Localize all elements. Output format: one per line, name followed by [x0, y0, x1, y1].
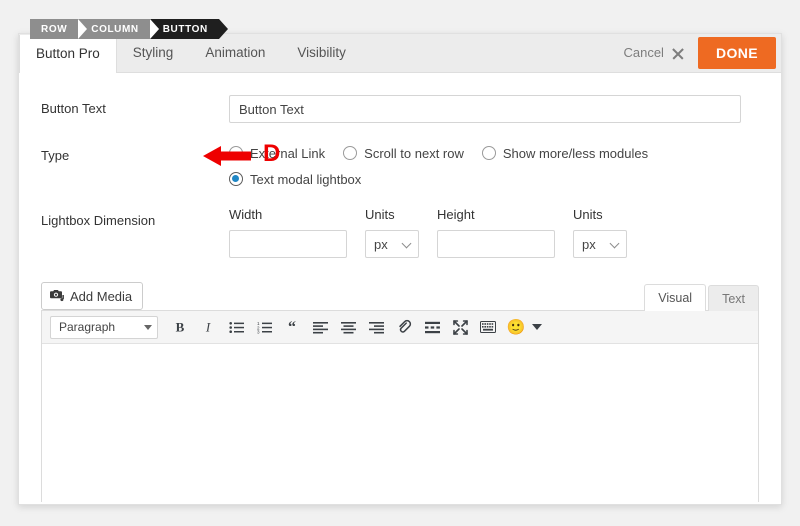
dimension-grid: Width Units px Height Units px — [229, 207, 759, 258]
format-select[interactable]: Paragraph — [50, 315, 158, 339]
done-label: DONE — [715, 45, 758, 61]
chevron-down-icon — [611, 240, 620, 249]
button-text-input[interactable] — [229, 95, 741, 123]
height-units-label: Units — [573, 207, 603, 222]
radio-label: Show more/less modules — [502, 145, 649, 161]
breadcrumb-item-row[interactable]: ROW — [30, 19, 88, 39]
height-input[interactable] — [437, 230, 555, 258]
type-field-col: External Link Scroll to next row Show mo… — [203, 140, 759, 190]
read-more-icon[interactable] — [419, 314, 445, 340]
field-row-button-text: Button Text — [41, 95, 759, 123]
link-icon[interactable] — [391, 314, 417, 340]
cancel-button[interactable]: Cancel — [609, 34, 697, 72]
tab-text[interactable]: Text — [708, 285, 759, 311]
settings-panel: Button Pro Styling Animation Visibility … — [18, 33, 782, 505]
type-radio-line-2: Text modal lightbox D — [203, 140, 759, 190]
align-right-icon[interactable] — [363, 314, 389, 340]
radio-icon — [343, 146, 358, 160]
panel-body: Button Text Type External Link Scroll to… — [19, 95, 781, 503]
height-units-field: Units px — [573, 207, 627, 258]
emoji-icon[interactable]: 🙂 — [503, 314, 529, 340]
bold-icon[interactable]: B — [167, 314, 193, 340]
tab-label: Visibility — [297, 45, 346, 60]
height-field: Height — [437, 207, 555, 258]
radio-label: Text modal lightbox — [250, 171, 362, 187]
format-select-value: Paragraph — [59, 320, 116, 334]
svg-text:3: 3 — [257, 329, 260, 334]
button-text-label: Button Text — [41, 101, 106, 116]
breadcrumb-label: ROW — [41, 23, 68, 35]
tab-button-pro[interactable]: Button Pro — [19, 35, 117, 73]
radio-icon — [481, 146, 496, 160]
bulleted-list-icon[interactable] — [223, 314, 249, 340]
tab-visual[interactable]: Visual — [644, 284, 707, 311]
caret-down-icon — [144, 324, 152, 330]
svg-text:“: “ — [288, 320, 296, 334]
button-text-field-col — [229, 95, 759, 123]
add-media-button[interactable]: Add Media — [41, 282, 144, 310]
width-label: Width — [229, 207, 263, 222]
numbered-list-icon[interactable]: 1 2 3 — [251, 314, 277, 340]
done-button[interactable]: DONE — [697, 37, 776, 69]
editor-mode-tabs: Visual Text — [642, 284, 759, 311]
align-left-icon[interactable] — [307, 314, 333, 340]
panel-actions: Cancel DONE — [609, 34, 781, 72]
tab-label: Text — [722, 292, 745, 306]
width-units-field: Units px — [365, 207, 419, 258]
width-units-value: px — [374, 236, 388, 252]
tab-styling[interactable]: Styling — [117, 34, 190, 72]
radio-text-modal-lightbox[interactable]: Text modal lightbox — [229, 172, 361, 187]
add-media-label: Add Media — [70, 288, 133, 304]
field-row-lightbox-dimension: Lightbox Dimension Width Units px Height… — [41, 207, 759, 258]
caret-down-icon — [532, 324, 542, 330]
blockquote-icon[interactable]: “ — [279, 314, 305, 340]
svg-text:I: I — [205, 320, 211, 334]
breadcrumb-label: BUTTON — [162, 23, 208, 35]
editor-content-area[interactable] — [42, 344, 758, 503]
breadcrumb-label: COLUMN — [91, 23, 139, 35]
cancel-label: Cancel — [623, 45, 664, 60]
emoji-dropdown-caret-icon[interactable] — [531, 314, 545, 340]
lightbox-dimension-field-col: Width Units px Height Units px — [229, 207, 759, 258]
italic-icon[interactable]: I — [195, 314, 221, 340]
width-input[interactable] — [229, 230, 347, 258]
type-radio-line-1: External Link Scroll to next row Show mo… — [229, 142, 759, 164]
tab-label: Visual — [658, 291, 693, 305]
height-units-value: px — [582, 236, 596, 252]
radio-label: External Link — [250, 145, 326, 161]
close-icon — [671, 47, 684, 60]
emoji-glyph: 🙂 — [506, 318, 526, 336]
width-units-label: Units — [365, 207, 395, 222]
editor-header: Add Media Visual Text — [41, 282, 759, 311]
radio-label: Scroll to next row — [364, 145, 464, 161]
tab-label: Styling — [132, 45, 174, 60]
height-units-select[interactable]: px — [573, 230, 627, 258]
svg-text:B: B — [176, 320, 185, 334]
tab-label: Animation — [205, 45, 266, 60]
tab-visibility[interactable]: Visibility — [281, 34, 362, 72]
editor-toolbar: Paragraph B I 1 2 3 “ 🙂 — [42, 311, 758, 344]
breadcrumb: ROW COLUMN BUTTON — [30, 19, 228, 39]
lightbox-dimension-label: Lightbox Dimension — [41, 213, 156, 228]
media-camera-icon — [50, 288, 65, 305]
width-units-select[interactable]: px — [365, 230, 419, 258]
height-label: Height — [437, 207, 475, 222]
breadcrumb-item-button[interactable]: BUTTON — [149, 19, 228, 39]
tab-animation[interactable]: Animation — [189, 34, 281, 72]
field-row-type: Type External Link Scroll to next row Sh… — [41, 140, 759, 190]
left-arrow-icon — [201, 145, 253, 167]
rich-text-editor: Paragraph B I 1 2 3 “ 🙂 — [41, 310, 759, 503]
tab-label: Button Pro — [36, 46, 100, 61]
chevron-down-icon — [403, 240, 412, 249]
toolbar-toggle-icon[interactable] — [475, 314, 501, 340]
radio-show-more-less-modules[interactable]: Show more/less modules — [481, 145, 649, 161]
radio-icon-selected — [229, 172, 243, 186]
annotation-letter: D — [263, 140, 281, 167]
panel-tabbar: Button Pro Styling Animation Visibility … — [19, 34, 781, 73]
align-center-icon[interactable] — [335, 314, 361, 340]
radio-scroll-to-next-row[interactable]: Scroll to next row — [343, 146, 464, 161]
width-field: Width — [229, 207, 347, 258]
breadcrumb-item-column[interactable]: COLUMN — [78, 19, 160, 39]
fullscreen-icon[interactable] — [447, 314, 473, 340]
